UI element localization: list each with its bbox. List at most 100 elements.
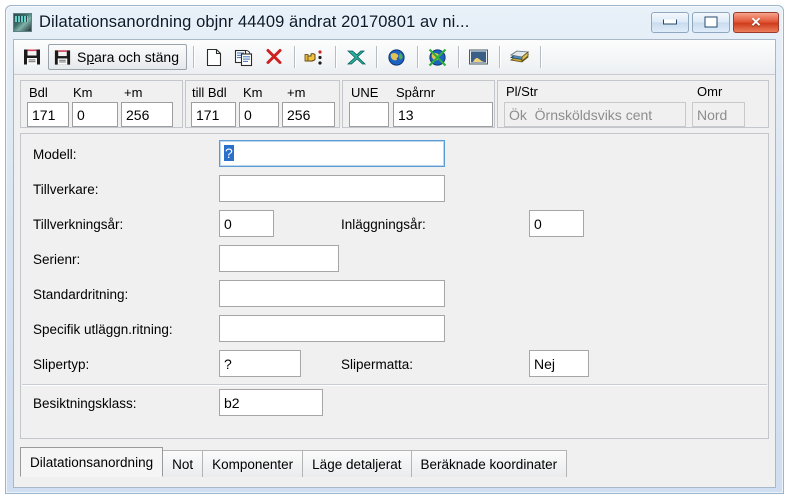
slipertyp-input[interactable]	[219, 350, 301, 377]
serienr-input[interactable]	[219, 245, 339, 272]
modell-row: Modell: ?	[21, 140, 768, 170]
panel-divider	[22, 384, 767, 385]
tab-komponenter[interactable]: Komponenter	[202, 450, 304, 477]
modell-value: ?	[224, 145, 234, 161]
till-meter-label: +m	[287, 85, 306, 100]
toolbar-separator	[192, 46, 194, 68]
tillverkare-input[interactable]	[219, 175, 445, 202]
serienr-label: Serienr:	[33, 252, 81, 267]
till-bdl-input[interactable]	[191, 102, 236, 127]
toolbar-separator	[498, 46, 500, 68]
restore-icon	[704, 16, 718, 28]
window-controls: ✕	[651, 11, 779, 33]
tillverkningsar-input[interactable]	[219, 210, 274, 237]
save-icon	[54, 49, 71, 65]
globe-cancel-icon	[429, 48, 447, 66]
toolbar: Spara och stäng	[14, 40, 775, 75]
delete-x-icon	[266, 49, 282, 64]
slipertyp-label: Slipertyp:	[33, 357, 90, 372]
track-group: UNE Spårnr	[342, 80, 495, 128]
besiktningsklass-label: Besiktningsklass:	[33, 396, 137, 411]
besiktningsklass-row: Besiktningsklass:	[21, 389, 768, 419]
till-meter-input[interactable]	[282, 102, 335, 127]
serienr-row: Serienr:	[21, 245, 768, 275]
specifik-ritning-label: Specifik utläggn.ritning:	[33, 322, 173, 337]
photo-icon	[13, 12, 32, 32]
tillverkningsar-row: Tillverkningsår: Inläggningsår:	[21, 210, 768, 240]
standardritning-input[interactable]	[219, 280, 445, 307]
toolbar-separator	[539, 46, 541, 68]
till-km-label: Km	[243, 85, 263, 100]
toolbar-separator	[416, 46, 418, 68]
restore-button[interactable]	[692, 11, 730, 33]
image-icon	[469, 49, 489, 65]
tab-dilatationsanordning[interactable]: Dilatationsanordning	[20, 447, 164, 477]
specifik-ritning-row: Specifik utläggn.ritning:	[21, 315, 768, 345]
une-input[interactable]	[349, 102, 389, 127]
close-button[interactable]: ✕	[733, 11, 779, 33]
tillverkningsar-label: Tillverkningsår:	[33, 217, 124, 232]
globe-icon	[388, 48, 406, 66]
copy-button[interactable]	[230, 43, 258, 71]
minimize-icon	[663, 19, 677, 25]
slipermatta-input[interactable]	[529, 350, 589, 377]
image-button[interactable]	[465, 43, 493, 71]
save-and-close-button[interactable]: Spara och stäng	[48, 44, 187, 70]
toolbar-separator	[293, 46, 295, 68]
tab-lage-detaljerat[interactable]: Läge detaljerat	[302, 450, 412, 477]
tab-strip: Dilatationsanordning Not Komponenter Läg…	[20, 447, 769, 477]
till-km-input[interactable]	[239, 102, 279, 127]
sparnr-input[interactable]	[393, 102, 493, 127]
details-panel: Modell: ? Tillverkare: Tillverkningsår: …	[20, 133, 769, 439]
pointing-hand-button[interactable]	[301, 43, 329, 71]
books-icon	[510, 50, 530, 62]
new-document-button[interactable]	[200, 43, 228, 71]
books-button[interactable]	[506, 43, 534, 71]
omr-label: Omr	[697, 84, 723, 99]
km-label: Km	[73, 85, 93, 100]
window-title: Dilatationsanordning objnr 44409 ändrat …	[39, 12, 470, 31]
besiktningsklass-input[interactable]	[219, 389, 323, 416]
delete-button[interactable]	[260, 43, 288, 71]
toolbar-separator	[334, 46, 336, 68]
save-icon	[24, 49, 40, 65]
toolbar-separator	[375, 46, 377, 68]
from-location-group: Bdl Km +m	[20, 80, 183, 128]
tab-not[interactable]: Not	[162, 450, 204, 477]
modell-input[interactable]: ?	[219, 140, 445, 167]
km-input[interactable]	[72, 102, 118, 127]
new-document-icon	[206, 48, 222, 66]
standardritning-label: Standardritning:	[33, 287, 129, 302]
minimize-button[interactable]	[651, 11, 689, 33]
inlaggningsar-label: Inläggningsår:	[341, 217, 426, 232]
modell-label: Modell:	[33, 147, 77, 162]
excel-export-button[interactable]	[342, 43, 370, 71]
globe-cancel-button[interactable]	[424, 43, 452, 71]
application-window: Dilatationsanordning objnr 44409 ändrat …	[5, 5, 784, 494]
tab-bar: Dilatationsanordning Not Komponenter Läg…	[20, 447, 769, 481]
globe-button[interactable]	[383, 43, 411, 71]
bdl-label: Bdl	[29, 85, 48, 100]
save-button[interactable]	[18, 43, 46, 71]
save-and-close-label: Spara och stäng	[77, 49, 179, 65]
meter-label: +m	[124, 85, 143, 100]
specifik-ritning-input[interactable]	[219, 315, 445, 342]
pointing-hand-icon	[304, 49, 322, 65]
slipertyp-row: Slipertyp: Slipermatta:	[21, 350, 768, 380]
toolbar-separator	[457, 46, 459, 68]
une-label: UNE	[351, 85, 379, 100]
inlaggningsar-input[interactable]	[529, 210, 584, 237]
tillverkare-row: Tillverkare:	[21, 175, 768, 205]
bdl-input[interactable]	[27, 102, 69, 127]
sparnr-label: Spårnr	[396, 85, 436, 100]
title-bar[interactable]: Dilatationsanordning objnr 44409 ändrat …	[6, 6, 783, 38]
tillverkare-label: Tillverkare:	[33, 182, 99, 197]
excel-export-icon	[346, 50, 366, 64]
till-bdl-label: till Bdl	[192, 85, 227, 100]
omr-input	[692, 102, 745, 127]
meter-input[interactable]	[121, 102, 173, 127]
close-icon: ✕	[750, 14, 762, 30]
plstr-label: Pl/Str	[506, 84, 538, 99]
plstr-input	[504, 102, 686, 127]
tab-beraknade-koordinater[interactable]: Beräknade koordinater	[410, 450, 568, 477]
